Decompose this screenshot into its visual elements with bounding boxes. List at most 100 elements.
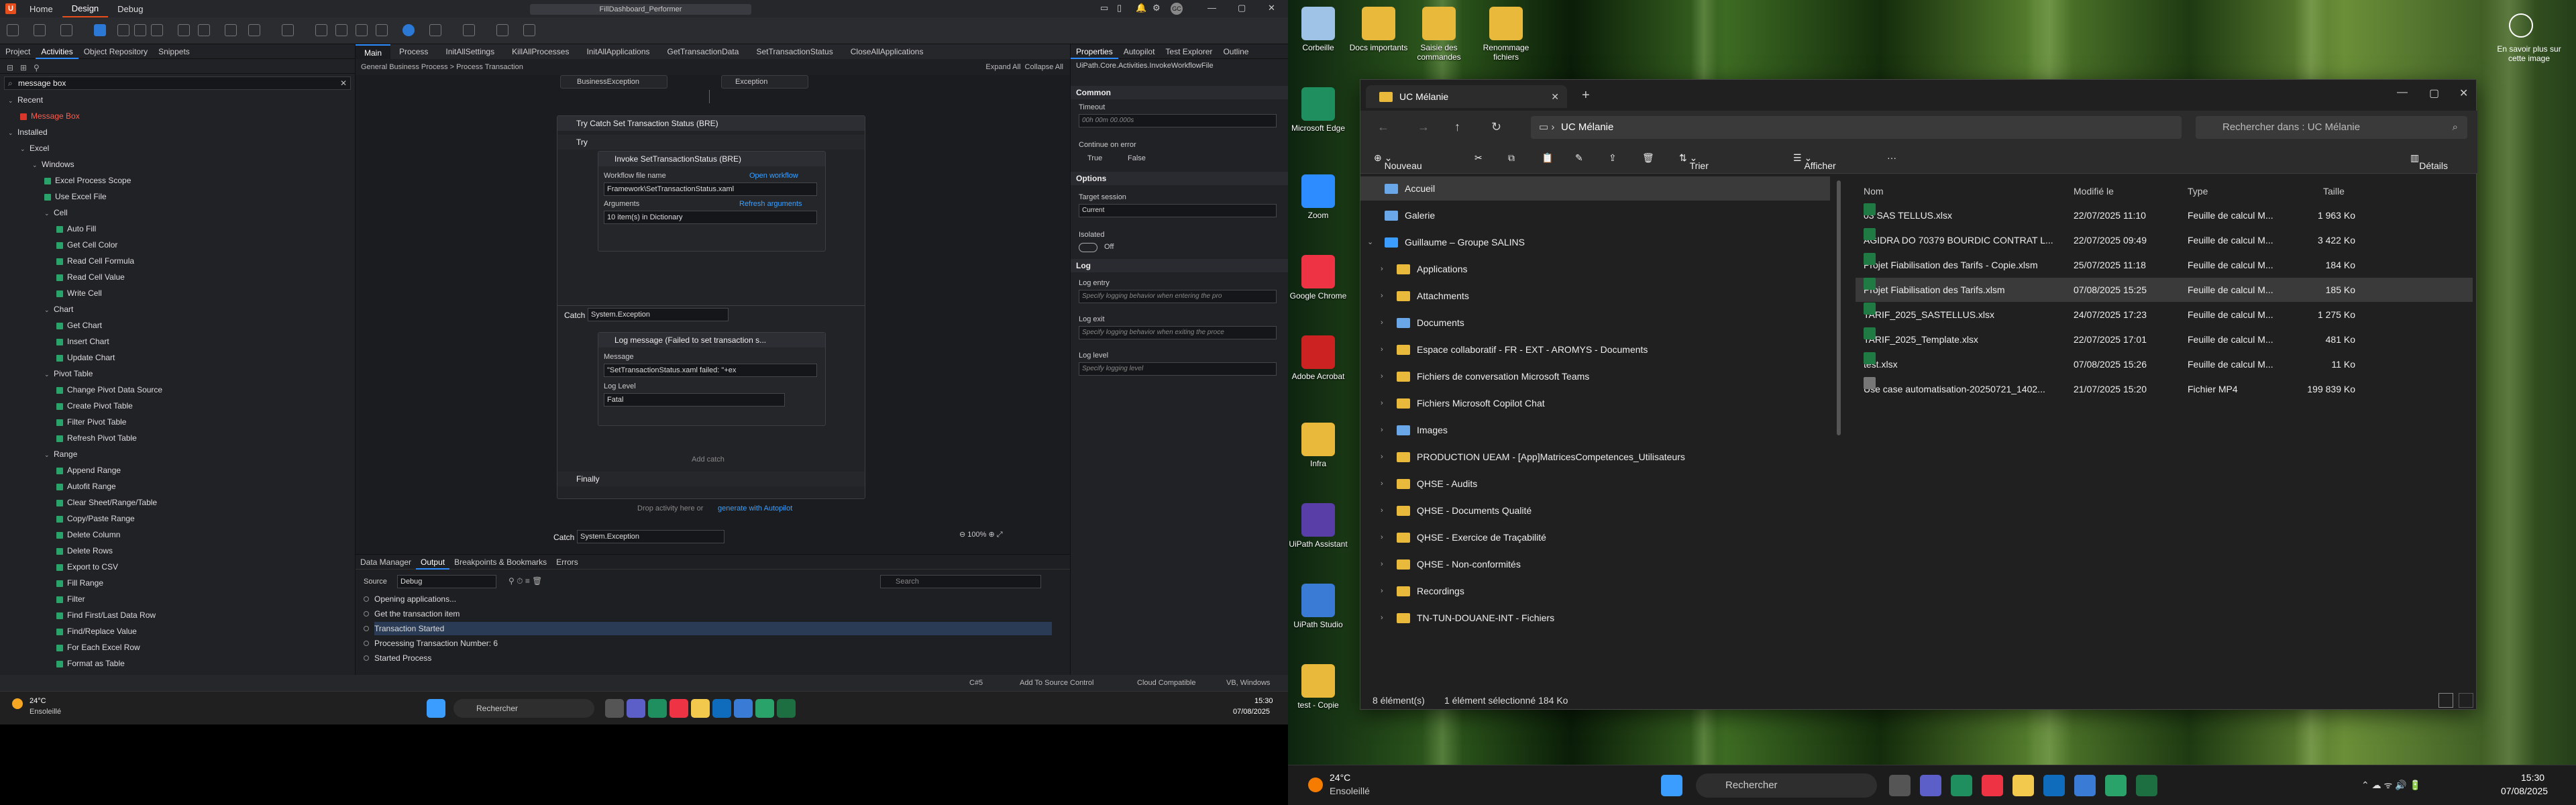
invoke-workflow-activity[interactable]: Invoke SetTransactionStatus (BRE) Workfl…	[598, 151, 826, 252]
section-common[interactable]: Common	[1071, 86, 1288, 99]
table-icon[interactable]	[356, 24, 368, 36]
tab-activities[interactable]: Activities	[36, 44, 78, 59]
copy-icon[interactable]	[134, 24, 146, 36]
chevron-right-icon[interactable]: ›	[1381, 364, 1383, 388]
workflow-file-input[interactable]: Framework\SetTransactionStatus.xaml	[604, 182, 817, 196]
file-row[interactable]: AGIDRA DO 70379 BOURDIC CONTRAT L... 22/0…	[1856, 228, 2473, 252]
tree-item[interactable]: ⌄ Range	[44, 448, 77, 460]
tab-output[interactable]: Output	[416, 555, 450, 570]
details-button[interactable]: ▥ Détails	[2410, 152, 2448, 171]
nav-item[interactable]: › Images	[1360, 418, 1830, 442]
isolated-toggle[interactable]	[1079, 243, 1097, 252]
camera-icon[interactable]	[2509, 13, 2533, 38]
chevron-right-icon[interactable]: ›	[1381, 552, 1383, 576]
desktop-icon[interactable]: test - Copie	[1288, 664, 1348, 710]
tree-item[interactable]: Use Excel File	[44, 191, 107, 203]
tree-item[interactable]: Create Pivot Table	[56, 400, 133, 412]
tree-item[interactable]: Read Cell Value	[56, 271, 125, 283]
forward-icon[interactable]: →	[1417, 120, 1430, 134]
col-size[interactable]: Taille	[2323, 186, 2345, 197]
paste-icon[interactable]	[151, 24, 163, 36]
business-exception-tab[interactable]: BusinessException	[560, 75, 667, 89]
maximize-icon[interactable]: ▢	[1238, 3, 1246, 13]
chevron-down-icon[interactable]: ⌄	[44, 304, 51, 316]
tree-item[interactable]: Get Chart	[56, 319, 102, 331]
delete-icon[interactable]: 🗑	[1642, 152, 1654, 164]
up-icon[interactable]: ↑	[1454, 120, 1460, 134]
chevron-down-icon[interactable]: ⌄	[8, 127, 15, 139]
message-input[interactable]: "SetTransactionStatus.xaml failed: "+ex	[604, 364, 817, 377]
nav-item[interactable]: › Espace collaboratif - FR - EXT - AROMYS…	[1360, 337, 1830, 362]
desktop-icon[interactable]: Docs importants	[1348, 7, 1409, 52]
save-icon[interactable]	[34, 24, 46, 36]
chevron-right-icon[interactable]: ›	[1381, 284, 1383, 308]
tab-properties[interactable]: Properties	[1071, 44, 1118, 59]
taskview-icon[interactable]	[605, 699, 624, 718]
tab-errors[interactable]: Errors	[551, 557, 583, 567]
tab-outline[interactable]: Outline	[1218, 47, 1254, 56]
tree-item[interactable]: For Each Excel Row	[56, 641, 140, 653]
file-row[interactable]: TARIF_2025_SASTELLUS.xlsx 24/07/2025 17:2…	[1856, 303, 2473, 327]
status-cloud[interactable]: Cloud Compatible	[1137, 675, 1195, 691]
rename-icon[interactable]: ✎	[1575, 152, 1583, 164]
desktop-icon[interactable]: UiPath Assistant	[1288, 503, 1348, 549]
file-row[interactable]: 03 SAS TELLUS.xlsx 22/07/2025 11:10 Feuill…	[1856, 203, 2473, 227]
breadcrumb-path[interactable]: General Business Process > Process Trans…	[361, 63, 523, 71]
tree-item[interactable]: Filter	[56, 593, 85, 605]
record-icon[interactable]	[315, 24, 327, 36]
nav-item[interactable]: › QHSE - Documents Qualité	[1360, 498, 1830, 523]
avatar[interactable]: GC	[1171, 3, 1183, 15]
taskbar-search[interactable]: Rechercher	[453, 699, 594, 718]
desktop-icon[interactable]: Zoom	[1288, 174, 1348, 220]
log-exit-input[interactable]: Specify logging behavior when exiting th…	[1079, 326, 1277, 339]
doc-tab[interactable]: InitAllSettings	[437, 47, 503, 56]
tab-snippets[interactable]: Snippets	[153, 47, 195, 56]
tree-item[interactable]: ⌄ Pivot Table	[44, 368, 93, 380]
file-row[interactable]: Projet Fiabilisation des Tarifs - Copie.…	[1856, 253, 2473, 277]
chevron-down-icon[interactable]: ⌄	[8, 95, 15, 107]
paste-icon[interactable]: 📋	[1542, 152, 1553, 164]
run-icon[interactable]	[523, 24, 535, 36]
excel-icon[interactable]	[2136, 775, 2157, 796]
nav-item[interactable]: › Attachments	[1360, 284, 1830, 308]
desktop-icon[interactable]: Corbeille	[1288, 7, 1348, 52]
chevron-right-icon[interactable]: ›	[1381, 498, 1383, 523]
cut-icon[interactable]: ✂	[1474, 152, 1483, 164]
doc-tab[interactable]: GetTransactionData	[659, 47, 748, 56]
drop-zone[interactable]: Drop activity here or generate with Auto…	[557, 504, 865, 530]
tree-item[interactable]: Update Chart	[56, 352, 115, 364]
expand-all-button[interactable]: Expand All	[985, 63, 1020, 71]
tab-test-explorer[interactable]: Test Explorer	[1160, 47, 1218, 56]
log-message-activity[interactable]: Log message (Failed to set transaction s…	[598, 332, 826, 426]
log-level-select[interactable]: Fatal	[604, 393, 785, 407]
exception-tab[interactable]: Exception	[721, 75, 808, 89]
weather-desc[interactable]: Ensoleillé	[1330, 786, 1370, 796]
share-icon[interactable]: ⇪	[1609, 152, 1617, 164]
filter-icon[interactable]: ⚲	[34, 63, 40, 72]
chevron-right-icon[interactable]: ›	[1381, 418, 1383, 442]
try-catch-activity[interactable]: Try Catch Set Transaction Status (BRE) T…	[557, 115, 865, 499]
tree-item[interactable]: Excel Process Scope	[44, 174, 131, 186]
menu-debug[interactable]: Debug	[108, 4, 152, 14]
teams-icon[interactable]	[627, 699, 645, 718]
minimize-icon[interactable]: —	[2397, 87, 2408, 99]
nav-item[interactable]: › Applications	[1360, 257, 1830, 281]
explorer-search-input[interactable]: Rechercher dans : UC Mélanie ⌕	[2196, 116, 2467, 139]
doc-tab[interactable]: InitAllApplications	[578, 47, 658, 56]
nav-item[interactable]: › QHSE - Audits	[1360, 472, 1830, 496]
tree-item[interactable]: Copy/Paste Range	[56, 513, 135, 525]
tab-breakpoints[interactable]: Breakpoints & Bookmarks	[449, 557, 551, 567]
screen-icon[interactable]	[335, 24, 347, 36]
details-view-icon[interactable]	[2438, 693, 2453, 708]
tree-item[interactable]: Auto Fill	[56, 223, 96, 235]
col-modified[interactable]: Modifié le	[2074, 186, 2114, 197]
cut-icon[interactable]	[117, 24, 129, 36]
tab-object-repository[interactable]: Object Repository	[78, 47, 153, 56]
catch2-exception-select[interactable]: System.Exception	[577, 530, 724, 543]
doc-tab[interactable]: Process	[390, 47, 437, 56]
status-target[interactable]: VB, Windows	[1226, 675, 1270, 691]
tab-data-manager[interactable]: Data Manager	[356, 557, 416, 567]
nav-item[interactable]: › TN-TUN-DOUANE-INT - Fichiers	[1360, 606, 1830, 630]
nav-scrollbar[interactable]	[1837, 180, 1841, 435]
file-row[interactable]: TARIF_2025_Template.xlsx 22/07/2025 17:01…	[1856, 327, 2473, 352]
